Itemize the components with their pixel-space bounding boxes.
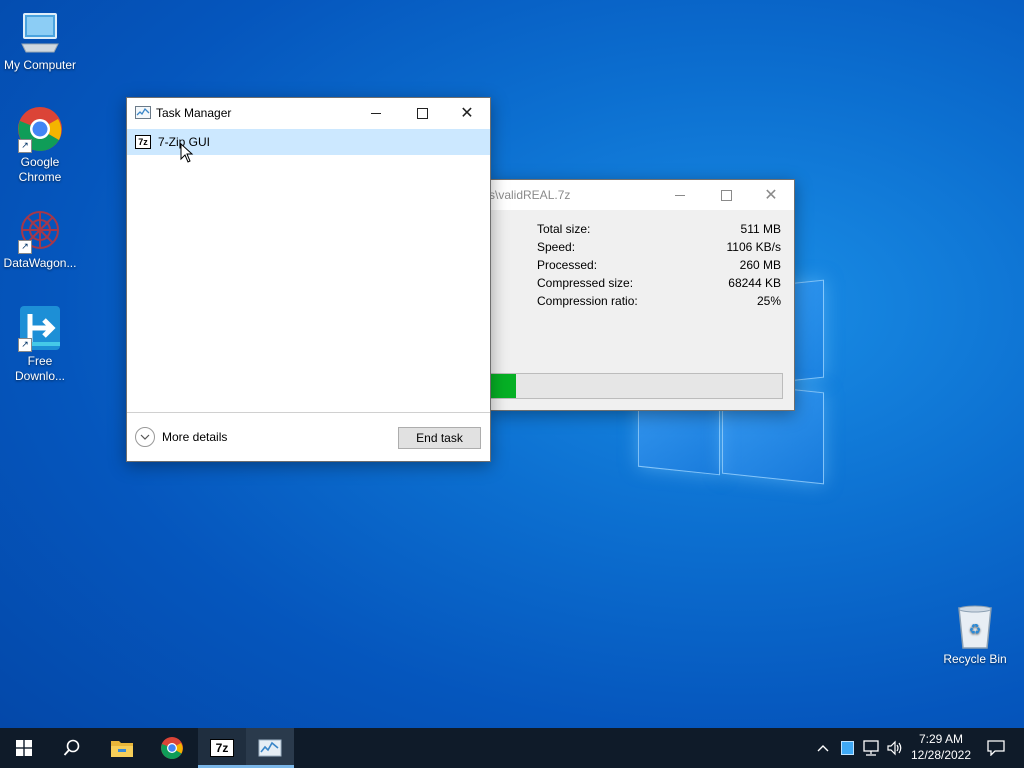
shortcut-arrow-icon: ↗ <box>18 139 32 153</box>
taskbar-file-explorer[interactable] <box>98 728 146 768</box>
stat-row: Speed: 1106 KB/s <box>537 240 781 254</box>
stat-value: 68244 KB <box>728 276 781 290</box>
maximize-icon <box>416 107 428 119</box>
search-icon <box>63 739 80 756</box>
close-icon: ✕ <box>460 105 474 122</box>
task-manager-icon <box>258 739 282 757</box>
stat-row: Compressed size: 68244 KB <box>537 276 781 290</box>
shortcut-arrow-icon: ↗ <box>18 240 32 254</box>
windows-start-icon <box>16 740 32 756</box>
stat-row: Compression ratio: 25% <box>537 294 781 308</box>
notifications-button[interactable] <box>976 728 1016 768</box>
7zip-progress-fill <box>490 374 517 398</box>
7zip-progress-bar <box>489 373 783 399</box>
desktop-icon-label: Free Downlo... <box>14 354 66 383</box>
minimize-icon <box>675 194 685 196</box>
stat-label: Total size: <box>537 222 591 236</box>
desktop-icon-my-computer[interactable]: My Computer <box>0 8 80 73</box>
blue-square-icon <box>840 741 854 755</box>
show-hidden-icons-button[interactable] <box>813 728 833 768</box>
desktop-icon-label: DataWagon... <box>3 256 77 270</box>
desktop-icon-datawagon[interactable]: ↗ DataWagon... <box>0 206 80 271</box>
svg-text:♻: ♻ <box>969 622 982 638</box>
desktop-icon-free-download-manager[interactable]: ↗ Free Downlo... <box>0 304 80 384</box>
7zip-taskbar-icon: 7z <box>210 739 234 757</box>
recycle-bin-icon: ♻ <box>951 602 999 650</box>
stat-value: 25% <box>756 294 781 308</box>
task-manager-minimize-button[interactable] <box>353 98 399 128</box>
task-manager-title-bar[interactable]: Task Manager ✕ <box>127 98 490 128</box>
7zip-minimize-button[interactable] <box>657 180 703 210</box>
7zip-maximize-button[interactable] <box>703 180 749 210</box>
mouse-cursor-icon <box>180 143 194 163</box>
taskbar-clock[interactable]: 7:29 AM 12/28/2022 <box>906 731 976 763</box>
close-icon: ✕ <box>764 187 778 204</box>
task-manager-app-icon <box>135 105 151 124</box>
stat-value: 511 MB <box>740 222 781 236</box>
maximize-icon <box>720 189 732 201</box>
task-manager-maximize-button[interactable] <box>399 98 445 128</box>
chrome-icon: ↗ <box>16 105 64 153</box>
desktop-icon-google-chrome[interactable]: ↗ Google Chrome <box>0 105 80 185</box>
task-manager-title: Task Manager <box>156 106 232 120</box>
network-icon <box>863 740 879 756</box>
notification-icon <box>987 740 1005 756</box>
clock-date: 12/28/2022 <box>910 748 972 762</box>
stat-row: Total size: 511 MB <box>537 222 781 236</box>
task-manager-close-button[interactable]: ✕ <box>444 98 490 128</box>
task-manager-footer: More details End task <box>127 412 490 461</box>
stat-label: Speed: <box>537 240 576 254</box>
taskbar-task-manager[interactable] <box>246 728 294 768</box>
volume-icon <box>887 740 902 756</box>
stat-value: 1106 KB/s <box>726 240 781 254</box>
7zip-progress-window[interactable]: s\validREAL.7z ✕ Total size: 511 MB Speed:… <box>489 179 795 411</box>
stat-value: 260 MB <box>739 258 781 272</box>
chevron-up-icon <box>817 745 829 752</box>
7zip-app-icon: 7z <box>135 135 151 149</box>
stat-label: Compression ratio: <box>537 294 638 308</box>
stat-row: Processed: 260 MB <box>537 258 781 272</box>
taskbar-7zip[interactable]: 7z <box>198 728 246 768</box>
computer-icon <box>16 8 64 56</box>
chrome-icon <box>161 737 183 759</box>
datawagon-icon: ↗ <box>16 206 64 254</box>
stat-label: Processed: <box>537 258 598 272</box>
taskbar-google-chrome[interactable] <box>148 728 196 768</box>
free-download-manager-icon: ↗ <box>16 304 64 352</box>
7zip-title-bar[interactable]: s\validREAL.7z ✕ <box>489 180 794 210</box>
tray-app-icon[interactable] <box>837 728 857 768</box>
volume-icon-button[interactable] <box>884 728 906 768</box>
desktop-icon-label: Google Chrome <box>18 155 62 184</box>
search-button[interactable] <box>48 728 96 768</box>
more-details-toggle[interactable]: More details <box>135 427 227 447</box>
minimize-icon <box>371 112 381 114</box>
taskbar: 7z 7:29 AM 12/28/2022 <box>0 728 1024 768</box>
task-manager-window[interactable]: Task Manager ✕ 7z 7-Zip GUI More details… <box>126 97 491 462</box>
end-task-button[interactable]: End task <box>398 427 481 449</box>
start-button[interactable] <box>0 728 48 768</box>
7zip-window-title: s\validREAL.7z <box>489 188 571 202</box>
shortcut-arrow-icon: ↗ <box>18 338 32 352</box>
network-icon-button[interactable] <box>860 728 882 768</box>
chevron-down-icon <box>135 427 155 447</box>
folder-icon <box>111 741 133 757</box>
desktop-icon-label: My Computer <box>3 58 77 72</box>
7zip-close-button[interactable]: ✕ <box>748 180 794 210</box>
stat-label: Compressed size: <box>537 276 634 290</box>
clock-time: 7:29 AM <box>918 732 964 746</box>
more-details-label: More details <box>162 430 228 444</box>
desktop-icon-recycle-bin[interactable]: ♻ Recycle Bin <box>935 602 1015 667</box>
desktop-icon-label: Recycle Bin <box>943 652 1007 666</box>
